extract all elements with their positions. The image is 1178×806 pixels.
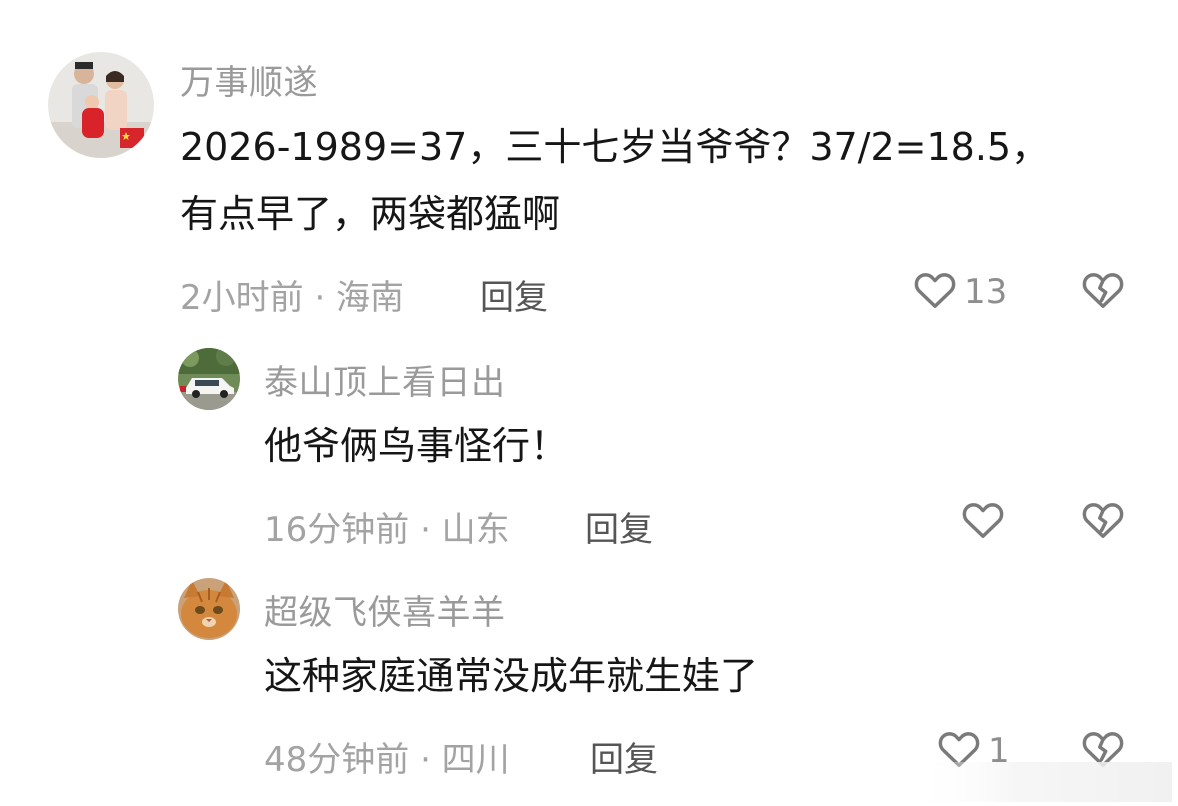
comment-timestamp-location: 16分钟前 · 山东	[264, 510, 510, 550]
comment-username[interactable]: 泰山顶上看日出	[264, 355, 506, 404]
comment-timestamp-location: 2小时前 · 海南	[180, 278, 405, 318]
dislike-button[interactable]	[1079, 497, 1127, 547]
heart-outline-icon	[960, 497, 1006, 547]
reply-button[interactable]: 回复	[590, 732, 658, 781]
comment-text-line: 他爷俩鸟事怪行！	[264, 424, 569, 468]
heart-outline-icon	[912, 267, 958, 317]
white-car-avatar-image	[178, 348, 240, 410]
reply-button[interactable]: 回复	[585, 502, 653, 551]
comment-text-line: 有点早了，两袋都猛啊	[180, 192, 561, 236]
reply-button[interactable]: 回复	[480, 270, 548, 319]
comment-item: 万事顺遂 2026-1989=37，三十七岁当爷爷？37/2=18.5， 有点早…	[0, 0, 1178, 330]
orange-cat-avatar-image	[178, 578, 240, 640]
family-photo-avatar-image	[48, 52, 154, 158]
like-button[interactable]: 13	[912, 267, 1007, 317]
avatar[interactable]	[178, 348, 240, 410]
comment-timestamp-location: 48分钟前 · 四川	[264, 740, 510, 780]
comment-text-line: 这种家庭通常没成年就生娃了	[264, 654, 759, 698]
like-count: 13	[964, 272, 1008, 312]
comment-text-line: 2026-1989=37，三十七岁当爷爷？37/2=18.5，	[180, 125, 1050, 169]
dislike-button[interactable]	[1079, 267, 1127, 317]
comment-username[interactable]: 万事顺遂	[180, 55, 318, 104]
like-button[interactable]	[960, 497, 1012, 547]
avatar[interactable]	[178, 578, 240, 640]
comment-username[interactable]: 超级飞侠喜羊羊	[264, 585, 506, 634]
avatar[interactable]	[48, 52, 154, 158]
watermark-overlay	[912, 762, 1172, 802]
broken-heart-icon	[1079, 503, 1127, 547]
broken-heart-icon	[1079, 273, 1127, 317]
reply-comment-item: 泰山顶上看日出 他爷俩鸟事怪行！ 16分钟前 · 山东 回复	[0, 330, 1178, 560]
